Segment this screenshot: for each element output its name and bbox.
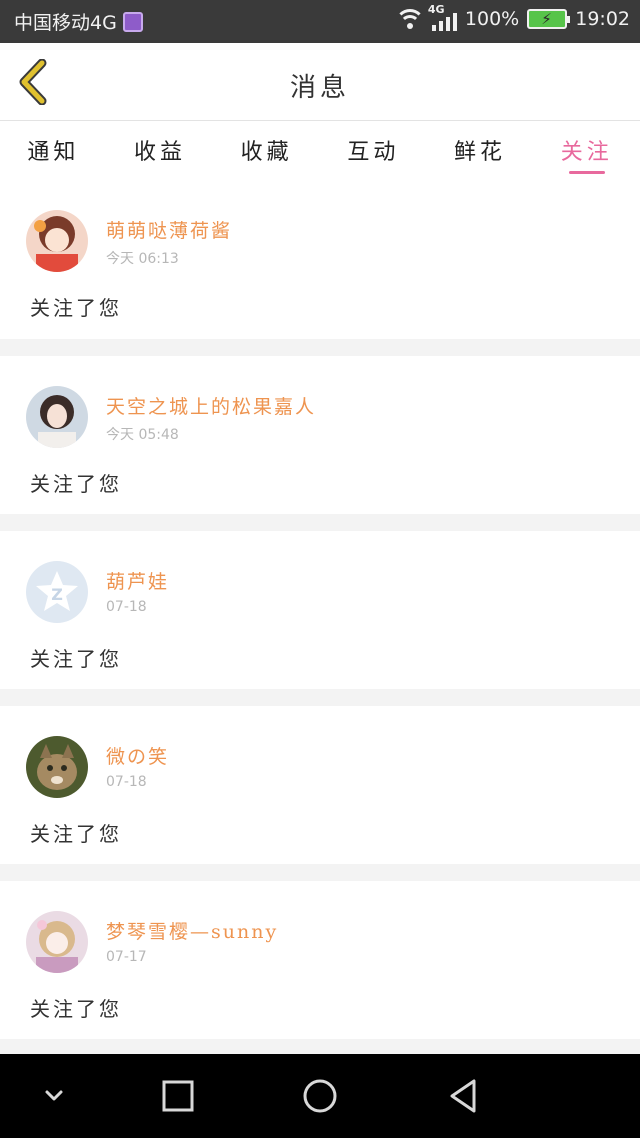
network-tag: 4G [427, 3, 445, 16]
list-item[interactable]: 天空之城上的松果嘉人 今天 05:48 关注了您 [0, 356, 640, 514]
tab-bar: 通知 收益 收藏 互动 鲜花 关注 [0, 122, 640, 178]
gallery-notification-icon [122, 11, 143, 32]
message-text: 关注了您 [30, 997, 122, 1021]
tab-earnings[interactable]: 收益 [107, 122, 214, 178]
signal-icon: 4G [428, 3, 457, 31]
battery-percent: 100% [464, 8, 520, 30]
timestamp: 07-17 [106, 949, 147, 965]
avatar[interactable] [26, 736, 88, 798]
tab-interactions[interactable]: 互动 [320, 122, 427, 178]
wifi-icon [395, 7, 424, 31]
tab-flowers[interactable]: 鲜花 [427, 122, 534, 178]
clock: 19:02 [575, 8, 630, 30]
message-text: 关注了您 [30, 822, 122, 846]
tab-favorites[interactable]: 收藏 [213, 122, 320, 178]
message-text: 关注了您 [30, 472, 122, 496]
list-item[interactable]: Z 葫芦娃 07-18 关注了您 [0, 531, 640, 689]
message-text: 关注了您 [30, 296, 122, 320]
user-name[interactable]: 微の笑 [106, 742, 169, 769]
page-title: 消息 [289, 73, 350, 103]
timestamp: 07-18 [106, 774, 147, 790]
user-name[interactable]: 萌萌哒薄荷酱 [106, 216, 232, 243]
timestamp: 今天 06:13 [106, 251, 179, 267]
list-item[interactable]: 萌萌哒薄荷酱 今天 06:13 关注了您 [0, 180, 640, 339]
user-name[interactable]: 梦琴雪樱—sunny [106, 917, 278, 944]
home-button[interactable] [300, 1076, 340, 1116]
system-nav-bar [0, 1054, 640, 1138]
message-text: 关注了您 [30, 647, 122, 671]
avatar[interactable]: Z [26, 561, 88, 623]
status-left: 中国移动4G [14, 8, 143, 35]
square-icon [162, 1080, 194, 1112]
list-item[interactable]: 梦琴雪樱—sunny 07-17 关注了您 [0, 881, 640, 1039]
timestamp: 07-18 [106, 599, 147, 615]
user-name[interactable]: 天空之城上的松果嘉人 [106, 392, 316, 419]
avatar[interactable] [26, 386, 88, 448]
recent-apps-button[interactable] [158, 1076, 198, 1116]
carrier-label: 中国移动4G [14, 12, 117, 34]
chevron-down-icon [45, 1090, 63, 1101]
battery-icon: ⚡ [527, 9, 571, 29]
status-bar: 中国移动4G 4G 100% ⚡ 19:02 [0, 0, 640, 43]
tab-notifications[interactable]: 通知 [0, 122, 107, 178]
app-header: 消息 [0, 43, 640, 121]
status-right: 4G 100% ⚡ 19:02 [395, 3, 630, 31]
avatar[interactable] [26, 911, 88, 973]
triangle-back-icon [450, 1079, 476, 1113]
back-nav-button[interactable] [444, 1076, 484, 1116]
tab-follows[interactable]: 关注 [533, 122, 640, 178]
svg-text:Z: Z [51, 585, 63, 604]
list-item[interactable]: 微の笑 07-18 关注了您 [0, 706, 640, 864]
hide-nav-button[interactable] [34, 1076, 74, 1116]
avatar[interactable] [26, 210, 88, 272]
default-avatar-icon: Z [26, 561, 88, 623]
user-name[interactable]: 葫芦娃 [106, 567, 169, 594]
timestamp: 今天 05:48 [106, 427, 179, 443]
message-list: 萌萌哒薄荷酱 今天 06:13 关注了您 天空之城上的松果嘉人 今天 05:48… [0, 180, 640, 1054]
circle-icon [303, 1079, 337, 1113]
